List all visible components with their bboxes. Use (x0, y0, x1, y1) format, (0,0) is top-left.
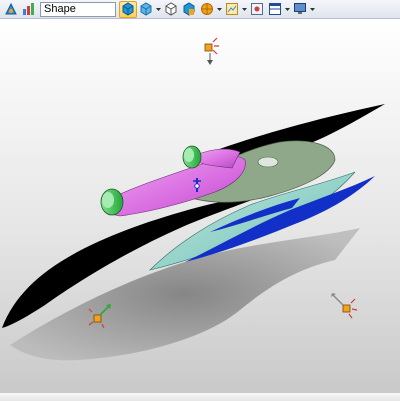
cube-icon[interactable] (137, 1, 155, 18)
deck-cutout (257, 156, 279, 168)
display-style-icon[interactable] (2, 1, 20, 18)
grid-icon[interactable] (248, 1, 266, 18)
roller-right (182, 145, 202, 169)
chevron-down-icon[interactable] (241, 1, 248, 18)
view-orientation-icon[interactable] (180, 1, 198, 18)
monitor-icon[interactable] (291, 1, 309, 18)
toolbar (0, 0, 400, 19)
roller-left (100, 188, 124, 216)
window-split-icon[interactable] (266, 1, 284, 18)
chevron-down-icon[interactable] (284, 1, 291, 18)
chevron-down-icon[interactable] (309, 1, 316, 18)
graphics-viewport[interactable] (0, 19, 400, 400)
shape-selector-input[interactable] (40, 1, 116, 17)
wireframe-cube-icon[interactable] (162, 1, 180, 18)
chevron-down-icon[interactable] (155, 1, 162, 18)
image-frame-icon[interactable] (223, 1, 241, 18)
shaded-edges-icon[interactable] (119, 0, 137, 18)
chevron-down-icon[interactable] (216, 1, 223, 18)
select-filter-icon[interactable] (20, 1, 38, 18)
section-view-icon[interactable] (198, 1, 216, 18)
